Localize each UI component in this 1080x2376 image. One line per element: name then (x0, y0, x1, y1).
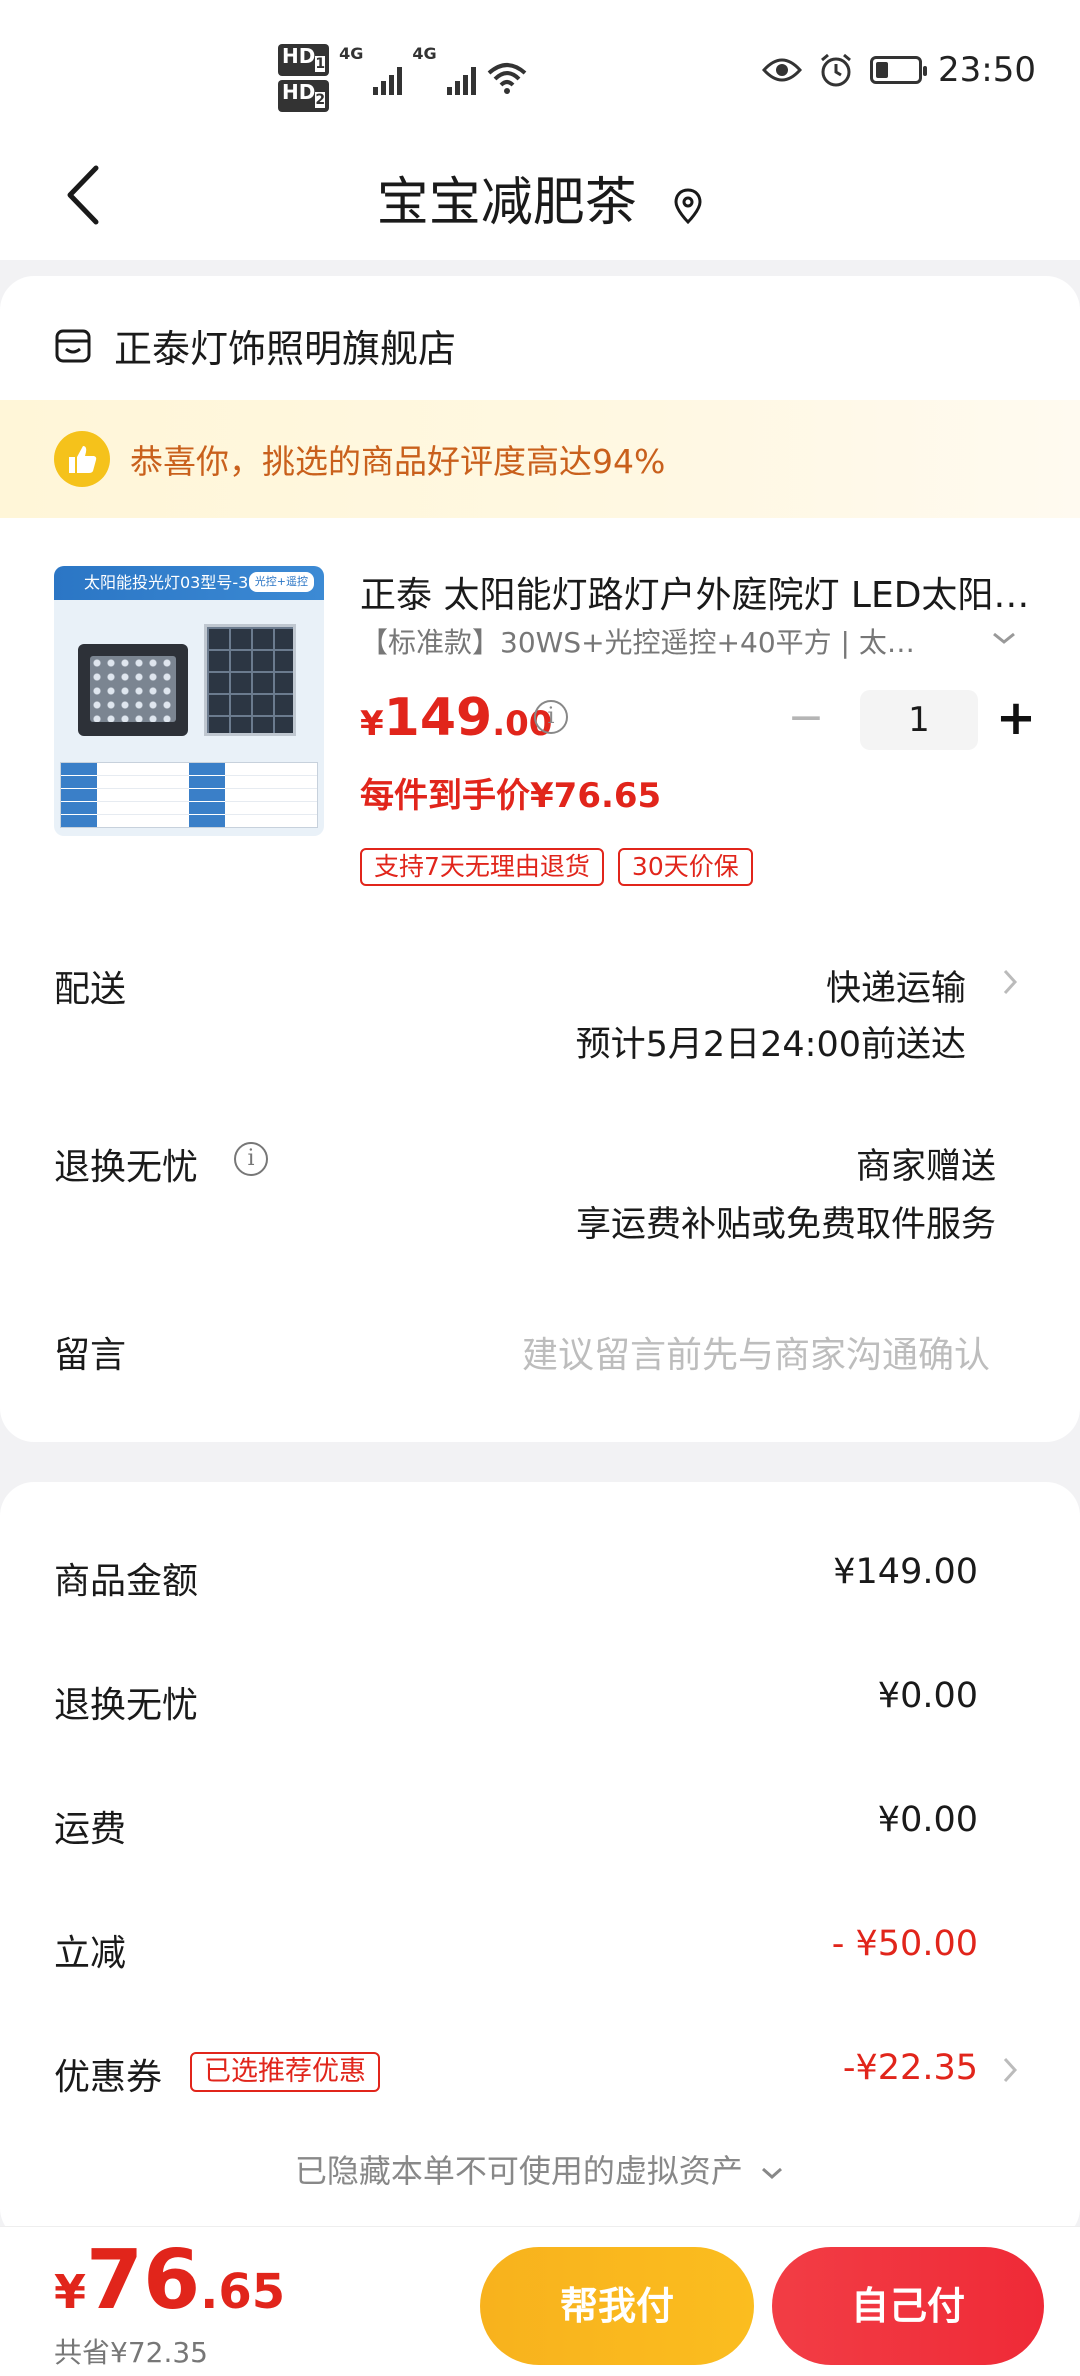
total-price: ¥76.65 (54, 2233, 285, 2328)
price-info-icon[interactable]: i (534, 700, 568, 734)
solar-panel-illustration (204, 624, 296, 736)
shipping-fee-value: ¥0.00 (877, 1800, 978, 1840)
return-tag: 支持7天无理由退货 (360, 848, 604, 886)
product-image-title: 太阳能投光灯03型号-30WS 光控+遥控 (54, 566, 324, 600)
hd2-label: HD (282, 80, 316, 104)
return-info-icon[interactable]: i (234, 1142, 268, 1176)
total-decimal: .65 (200, 2264, 286, 2320)
bottom-pay-bar: ¥76.65 共省¥72.35 帮我付 自己付 (0, 2226, 1080, 2376)
chevron-down-icon[interactable] (990, 628, 1018, 648)
quantity-increase-button[interactable]: + (990, 690, 1042, 750)
hd1-label: HD (282, 44, 316, 68)
page-title[interactable]: 宝宝减肥茶 (0, 160, 1080, 235)
hd1-sub: 1 (315, 56, 326, 72)
hd2-icon: HD2 (278, 80, 330, 112)
nav-header: 宝宝减肥茶 (0, 130, 1080, 260)
goods-amount-value: ¥149.00 (833, 1552, 978, 1592)
delivery-method[interactable]: 快递运输 (826, 960, 966, 1011)
coupon-label: 优惠券 (54, 2057, 163, 2098)
address-name: 宝宝减肥茶 (376, 173, 637, 233)
delivery-eta: 预计5月2日24:00前送达 (575, 1025, 966, 1065)
product-price: ¥149.00 (360, 688, 552, 748)
thumbs-up-icon (54, 431, 110, 487)
store-name: 正泰灯饰照明旗舰店 (114, 327, 457, 371)
order-confirm-page: HD1 HD2 4G 4G 23:50 宝宝减肥茶 正泰灯饰照明旗舰店 恭喜你，… (0, 0, 1080, 2376)
quantity-input[interactable]: 1 (860, 690, 978, 750)
status-bar-right: 23:50 (762, 50, 1036, 90)
order-item-card: 正泰灯饰照明旗舰店 恭喜你，挑选的商品好评度高达94% 太阳能投光灯03型号-3… (0, 276, 1080, 1442)
rating-banner: 恭喜你，挑选的商品好评度高达94% (0, 400, 1080, 518)
service-tags: 支持7天无理由退货 30天价保 (360, 848, 753, 886)
return-service-value: 商家赠送 (855, 1147, 996, 1187)
store-header[interactable]: 正泰灯饰照明旗舰店 (54, 318, 456, 373)
help-pay-button[interactable]: 帮我付 (480, 2247, 754, 2365)
price-protect-tag: 30天价保 (617, 848, 753, 886)
coupon-selected-tag: 已选推荐优惠 (190, 2052, 380, 2092)
status-bar: HD1 HD2 4G 4G 23:50 (0, 0, 1080, 130)
spec-table-illustration (60, 762, 318, 828)
return-fee-label: 退换无忧 (54, 1685, 199, 1726)
self-pay-button[interactable]: 自己付 (772, 2247, 1044, 2365)
product-spec[interactable]: 【标准款】30WS+光控遥控+40平方 | 太阳能投光灯 (360, 621, 940, 661)
quantity-stepper: − 1 + (780, 690, 1042, 750)
signal-icon-1 (373, 61, 403, 95)
hd2-sub: 2 (315, 92, 326, 108)
return-service-desc: 享运费补贴或免费取件服务 (575, 1205, 996, 1245)
hd1-icon: HD1 (278, 44, 330, 76)
coupon-value[interactable]: -¥22.35 (843, 2048, 978, 2088)
total-integer: 76 (86, 2233, 201, 2328)
chevron-down-icon (762, 2167, 783, 2180)
return-fee-value: ¥0.00 (877, 1676, 978, 1716)
quantity-decrease-button[interactable]: − (780, 690, 832, 750)
flood-light-illustration (78, 644, 188, 736)
price-currency: ¥ (360, 704, 384, 744)
network-type-1: 4G (339, 44, 364, 63)
message-label: 留言 (54, 1335, 127, 1376)
hidden-assets-toggle[interactable]: 已隐藏本单不可使用的虚拟资产 (0, 2146, 1080, 2192)
chevron-right-icon[interactable] (1002, 2056, 1018, 2084)
per-item-price: 每件到手价¥76.65 (360, 776, 662, 816)
product-image[interactable]: 太阳能投光灯03型号-30WS 光控+遥控 (54, 566, 324, 836)
status-bar-left: HD1 HD2 4G 4G (278, 44, 528, 112)
message-input[interactable]: 建议留言前先与商家沟通确认 (522, 1326, 990, 1378)
hidden-assets-text: 已隐藏本单不可使用的虚拟资产 (294, 2152, 743, 2190)
location-pin-icon (674, 188, 702, 224)
clock: 23:50 (938, 50, 1036, 90)
network-type-2: 4G (412, 44, 437, 63)
product-image-badge: 光控+遥控 (248, 572, 314, 592)
rating-banner-text: 恭喜你，挑选的商品好评度高达94% (130, 442, 666, 481)
shipping-fee-label: 运费 (54, 1809, 127, 1850)
signal-icon-2 (446, 61, 476, 95)
total-currency: ¥ (54, 2265, 87, 2319)
instant-discount-value: - ¥50.00 (831, 1924, 978, 1964)
chevron-right-icon[interactable] (1002, 968, 1018, 996)
delivery-label: 配送 (54, 969, 127, 1010)
price-summary-card: 商品金额 ¥149.00 退换无忧 ¥0.00 运费 ¥0.00 立减 - ¥5… (0, 1482, 1080, 2242)
hd-indicators: HD1 HD2 (278, 44, 330, 112)
total-saved: 共省¥72.35 (54, 2336, 208, 2369)
store-icon (55, 329, 91, 362)
battery-icon (870, 56, 928, 84)
alarm-icon (821, 53, 851, 87)
wifi-icon (487, 63, 526, 94)
price-integer: 149 (383, 688, 493, 748)
product-title[interactable]: 正泰 太阳能灯路灯户外庭院灯 LED太阳能投光灯 (360, 566, 1030, 618)
goods-amount-label: 商品金额 (54, 1561, 199, 1602)
eye-icon (762, 58, 803, 82)
instant-discount-label: 立减 (54, 1933, 127, 1974)
return-service-label: 退换无忧 (54, 1147, 199, 1188)
